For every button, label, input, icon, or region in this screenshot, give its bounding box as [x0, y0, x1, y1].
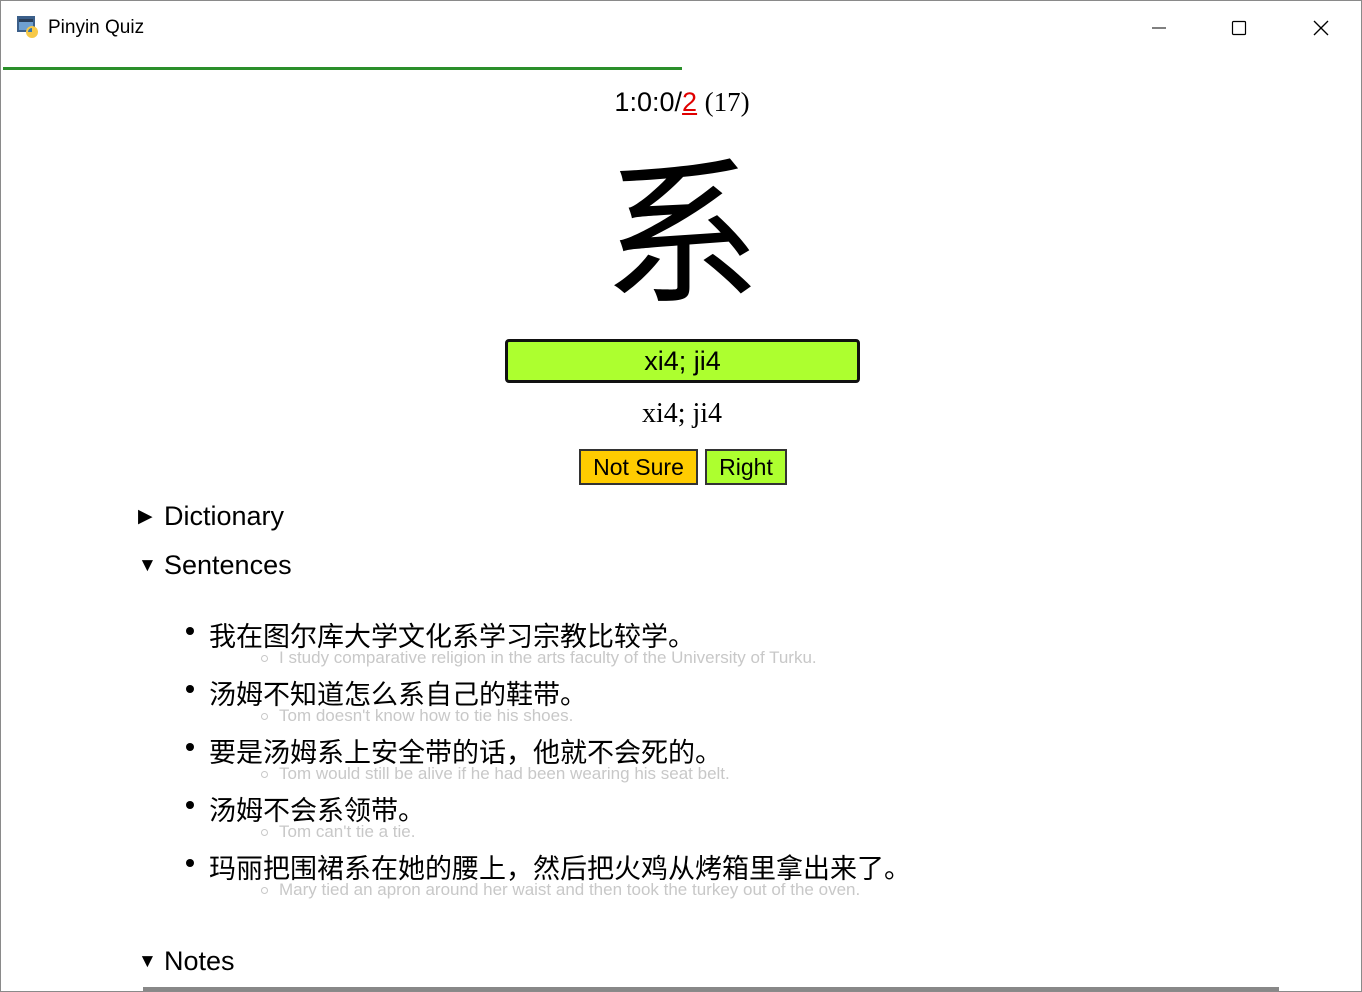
unsure-count: 0 — [636, 87, 652, 117]
maximize-icon — [1231, 20, 1247, 36]
sub-bullet-icon — [261, 887, 268, 894]
bullet-icon — [186, 627, 194, 635]
list-item: 汤姆不知道怎么系自己的鞋带。 Tom doesn't know how to t… — [186, 671, 1186, 729]
expand-triangle-icon: ▶ — [138, 506, 153, 527]
sentence-english: Tom doesn't know how to tie his shoes. — [279, 706, 574, 725]
notes-label: Notes — [164, 946, 235, 976]
notes-toggle[interactable]: ▼ Notes — [138, 946, 235, 977]
right-button[interactable]: Right — [705, 449, 787, 485]
quiz-character: 系 — [603, 144, 761, 328]
streak-count: 0 — [659, 87, 675, 117]
notes-divider — [143, 987, 1279, 991]
collapse-triangle-icon: ▼ — [138, 950, 157, 972]
sentences-label: Sentences — [164, 550, 292, 580]
minimize-button[interactable] — [1119, 1, 1199, 55]
sentence-english: I study comparative religion in the arts… — [279, 648, 817, 667]
window-title: Pinyin Quiz — [48, 17, 145, 38]
sub-bullet-icon — [261, 829, 268, 836]
close-button[interactable] — [1281, 1, 1361, 55]
list-item: 汤姆不会系领带。 Tom can't tie a tie. — [186, 787, 1186, 845]
minimize-icon — [1152, 27, 1166, 29]
bullet-icon — [186, 801, 194, 809]
python-app-icon — [16, 15, 40, 39]
title-bar[interactable]: Pinyin Quiz — [1, 1, 1361, 55]
sentence-english: Tom can't tie a tie. — [279, 822, 416, 841]
wrong-count: 2 — [682, 87, 698, 117]
bullet-icon — [186, 859, 194, 867]
right-count: 1 — [614, 87, 630, 117]
maximize-button[interactable] — [1199, 1, 1279, 55]
list-item: 玛丽把围裙系在她的腰上，然后把火鸡从烤箱里拿出来了。 Mary tied an … — [186, 845, 1186, 903]
quiz-progress-fill — [3, 67, 682, 70]
quiz-progress-bar — [3, 67, 1361, 70]
sub-bullet-icon — [261, 771, 268, 778]
sentence-english: Tom would still be alive if he had been … — [279, 764, 730, 783]
score-counter: 1:0:0/2 (17) — [614, 87, 750, 117]
bullet-icon — [186, 743, 194, 751]
collapse-triangle-icon: ▼ — [138, 554, 157, 576]
sub-bullet-icon — [261, 655, 268, 662]
sub-bullet-icon — [261, 713, 268, 720]
close-icon — [1313, 20, 1329, 36]
pinyin-answer-input[interactable] — [505, 339, 860, 383]
app-window: Pinyin Quiz 1:0:0/2 (17) 系 xi4; ji4 Not … — [0, 0, 1362, 992]
dictionary-toggle[interactable]: ▶ Dictionary — [138, 501, 284, 532]
list-item: 我在图尔库大学文化系学习宗教比较学。 I study comparative r… — [186, 613, 1186, 671]
list-item: 要是汤姆系上安全带的话，他就不会死的。 Tom would still be a… — [186, 729, 1186, 787]
not-sure-button[interactable]: Not Sure — [579, 449, 698, 485]
sentence-list: 我在图尔库大学文化系学习宗教比较学。 I study comparative r… — [186, 613, 1186, 903]
remaining-count: (17) — [704, 87, 750, 117]
sentences-toggle[interactable]: ▼ Sentences — [138, 550, 292, 581]
dictionary-label: Dictionary — [164, 501, 285, 531]
correct-pinyin: xi4; ji4 — [641, 398, 723, 429]
sentence-english: Mary tied an apron around her waist and … — [279, 880, 861, 899]
bullet-icon — [186, 685, 194, 693]
